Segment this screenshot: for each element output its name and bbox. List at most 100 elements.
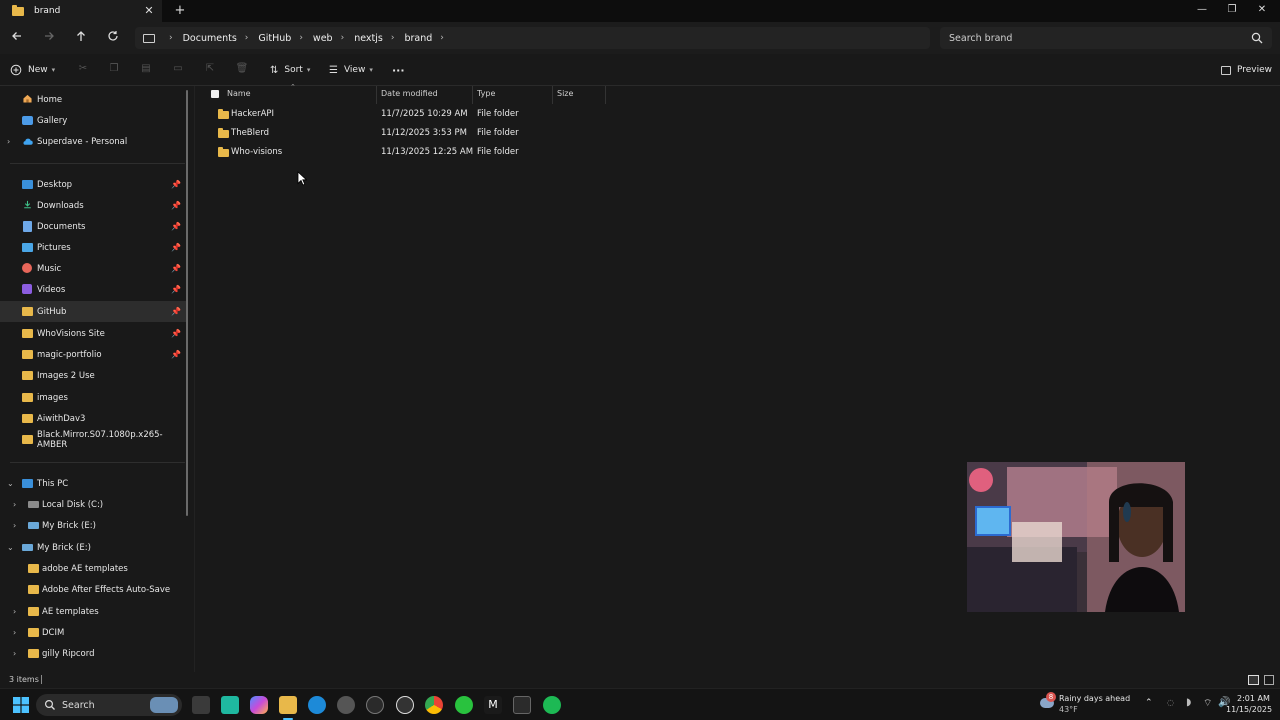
close-window-button[interactable]: ✕ — [1252, 2, 1272, 18]
list-item[interactable]: HackerAPI 11/7/2025 10:29 AM File folder — [210, 105, 610, 124]
tab-brand[interactable]: brand ✕ — [0, 0, 162, 22]
sidebar-item-pictures[interactable]: Pictures 📌 — [0, 237, 186, 258]
sidebar-item-gallery[interactable]: Gallery — [0, 110, 186, 131]
breadcrumb-brand[interactable]: brand — [404, 33, 432, 44]
select-all-checkbox[interactable] — [211, 90, 219, 98]
delete-icon[interactable]: 🗑 — [235, 62, 249, 76]
windows-start-icon[interactable] — [13, 697, 29, 713]
sidebar-item-magic-portfolio[interactable]: magic-portfolio 📌 — [0, 344, 186, 365]
sidebar-item-this-pc[interactable]: ⌄ This PC — [0, 473, 186, 494]
copy-icon[interactable]: ❐ — [107, 62, 121, 76]
up-button[interactable] — [72, 29, 90, 47]
breadcrumb-web[interactable]: web — [313, 33, 333, 44]
details-view-icon[interactable] — [1248, 675, 1259, 685]
sidebar-item-desktop[interactable]: Desktop 📌 — [0, 174, 186, 195]
breadcrumb-documents[interactable]: Documents — [183, 33, 237, 44]
column-date-modified[interactable]: Date modified — [381, 89, 438, 98]
terminal-icon[interactable] — [513, 696, 531, 714]
app-icon-m[interactable]: M — [484, 696, 502, 714]
chevron-right-icon[interactable]: › — [13, 649, 16, 658]
sidebar-item-images-2-use[interactable]: Images 2 Use — [0, 365, 186, 386]
sidebar-item-black-mirror[interactable]: Black.Mirror.S07.1080p.x265-AMBER — [0, 429, 186, 450]
app-icon-green[interactable] — [455, 696, 473, 714]
clock-time[interactable]: 2:01 AM — [1237, 694, 1270, 703]
new-button[interactable]: New ▾ — [10, 61, 55, 79]
sidebar-scrollbar[interactable] — [186, 90, 188, 516]
sidebar-item-ae-auto-save[interactable]: Adobe After Effects Auto-Save — [0, 579, 186, 600]
spotify-icon[interactable] — [543, 696, 561, 714]
search-input[interactable]: Search brand — [940, 27, 1272, 49]
chevron-right-icon[interactable]: › — [440, 33, 444, 43]
wifi-signal-icon[interactable]: ⌔ — [1203, 697, 1212, 710]
column-divider[interactable] — [376, 86, 377, 104]
app-icon-teal[interactable] — [221, 696, 239, 714]
task-view-icon[interactable] — [192, 696, 210, 714]
pane-splitter[interactable] — [194, 86, 195, 672]
chatgpt-icon[interactable] — [396, 696, 414, 714]
sidebar-item-downloads[interactable]: Downloads 📌 — [0, 195, 186, 216]
forward-button[interactable] — [40, 29, 58, 47]
chevron-down-icon[interactable]: ⌄ — [7, 479, 14, 488]
file-explorer-icon[interactable] — [279, 696, 297, 714]
wifi-icon[interactable]: ◗ — [1186, 697, 1191, 708]
preview-button[interactable]: Preview — [1221, 61, 1272, 79]
chevron-right-icon[interactable]: › — [13, 628, 16, 637]
sidebar-item-home[interactable]: Home — [0, 89, 186, 110]
close-tab-button[interactable]: ✕ — [142, 4, 156, 18]
column-name[interactable]: Name — [227, 89, 251, 98]
list-item[interactable]: Who-visions 11/13/2025 12:25 AM File fol… — [210, 143, 610, 162]
maximize-button[interactable]: ❐ — [1222, 2, 1242, 18]
chevron-down-icon[interactable]: ⌄ — [7, 543, 14, 552]
chrome-icon[interactable] — [425, 696, 443, 714]
refresh-button[interactable] — [104, 29, 122, 47]
column-type[interactable]: Type — [477, 89, 495, 98]
sidebar-item-ae-templates[interactable]: › AE templates — [0, 601, 186, 622]
edge-icon[interactable] — [308, 696, 326, 714]
new-tab-button[interactable]: + — [172, 3, 188, 19]
weather-title[interactable]: Rainy days ahead — [1059, 694, 1130, 703]
sidebar-item-images[interactable]: images — [0, 387, 186, 408]
chevron-right-icon[interactable]: › — [13, 500, 16, 509]
taskbar-search[interactable]: Search — [36, 694, 182, 716]
cut-icon[interactable]: ✂ — [76, 62, 90, 76]
sidebar-item-my-brick-expanded[interactable]: ⌄ My Brick (E:) — [0, 537, 186, 558]
settings-app-icon[interactable] — [337, 696, 355, 714]
tiles-view-icon[interactable] — [1264, 675, 1274, 685]
paste-icon[interactable]: ▤ — [139, 62, 153, 76]
sidebar-item-music[interactable]: Music 📌 — [0, 258, 186, 279]
sidebar-item-onedrive[interactable]: › Superdave - Personal — [0, 131, 186, 152]
sidebar-item-aiwithdav3[interactable]: AiwithDav3 — [0, 408, 186, 429]
column-divider[interactable] — [472, 86, 473, 104]
sidebar-item-my-brick[interactable]: › My Brick (E:) — [0, 515, 186, 536]
sidebar-item-adobe-ae-templates[interactable]: adobe AE templates — [0, 558, 186, 579]
address-bar[interactable]: › Documents › GitHub › web › nextjs › br… — [135, 27, 930, 49]
column-divider[interactable] — [552, 86, 553, 104]
chevron-right-icon[interactable]: › — [13, 607, 16, 616]
copilot-icon[interactable] — [250, 696, 268, 714]
network-icon[interactable]: ◌ — [1167, 698, 1174, 707]
clock-date[interactable]: 11/15/2025 — [1226, 705, 1272, 714]
app-icon-circle[interactable] — [366, 696, 384, 714]
chevron-right-icon[interactable]: › — [13, 521, 16, 530]
sidebar-item-videos[interactable]: Videos 📌 — [0, 279, 186, 300]
sort-button[interactable]: ⇅ Sort ▾ — [270, 61, 310, 79]
breadcrumb-nextjs[interactable]: nextjs — [354, 33, 383, 44]
column-divider[interactable] — [605, 86, 606, 104]
view-button[interactable]: ☰ View ▾ — [329, 61, 373, 79]
back-button[interactable] — [8, 29, 26, 47]
breadcrumb-github[interactable]: GitHub — [258, 33, 291, 44]
share-icon[interactable]: ⇱ — [203, 62, 217, 76]
more-options-button[interactable]: ··· — [392, 61, 405, 79]
chevron-right-icon[interactable]: › — [7, 137, 10, 146]
tray-overflow-icon[interactable]: ⌃ — [1145, 698, 1153, 708]
column-size[interactable]: Size — [557, 89, 573, 98]
list-item[interactable]: TheBlerd 11/12/2025 3:53 PM File folder — [210, 124, 610, 143]
minimize-button[interactable]: — — [1192, 2, 1212, 18]
sidebar-item-local-disk[interactable]: › Local Disk (C:) — [0, 494, 186, 515]
sidebar-item-github[interactable]: GitHub 📌 — [0, 301, 186, 322]
sidebar-item-whovisions-site[interactable]: WhoVisions Site 📌 — [0, 323, 186, 344]
sidebar-item-dcim[interactable]: › DCIM — [0, 622, 186, 643]
sidebar-item-documents[interactable]: Documents 📌 — [0, 216, 186, 237]
rename-icon[interactable]: ▭ — [171, 62, 185, 76]
sidebar-item-gilly-ripcord[interactable]: › gilly Ripcord — [0, 643, 186, 664]
